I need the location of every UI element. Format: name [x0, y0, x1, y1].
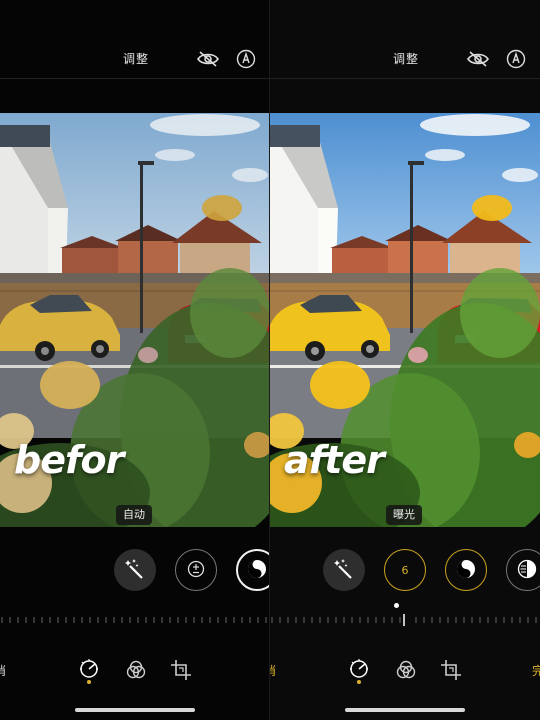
crop-tab-icon[interactable]	[440, 659, 462, 685]
exposure-button[interactable]	[175, 549, 217, 591]
cancel-button-partial[interactable]: 消	[0, 662, 6, 679]
exposure-value: 6	[401, 563, 409, 577]
comparison-screen: 调整 befor 自动 消 调整 after 曝光 6 消 完	[0, 0, 540, 720]
exposure-icon	[187, 560, 205, 581]
home-indicator	[75, 708, 195, 712]
slider-origin-dot	[394, 603, 399, 608]
magic-wand-icon	[124, 558, 146, 583]
after-panel: 调整 after 曝光 6 消 完	[270, 0, 540, 720]
highlights-half-circle-icon	[517, 559, 537, 582]
filters-tab-icon[interactable]	[126, 660, 146, 684]
comparison-divider	[269, 0, 270, 720]
adjustment-slider-ruler[interactable]	[270, 614, 540, 626]
after-overlay-label: after	[284, 438, 385, 482]
highlights-button[interactable]	[506, 549, 540, 591]
yin-yang-icon	[455, 558, 477, 583]
crop-tab-icon[interactable]	[170, 659, 192, 685]
filters-tab-icon[interactable]	[396, 660, 416, 684]
adjustment-name-pill: 自动	[116, 505, 152, 525]
adjustment-slider-ruler[interactable]	[0, 614, 270, 626]
yin-yang-icon	[246, 558, 268, 583]
auto-enhance-button[interactable]	[114, 549, 156, 591]
before-overlay-label: befor	[14, 438, 124, 482]
header-divider	[270, 78, 540, 79]
magic-wand-icon	[333, 558, 355, 583]
markup-pen-icon[interactable]	[506, 48, 526, 70]
cancel-button-partial[interactable]: 消	[270, 662, 276, 679]
adjustment-name-pill: 曝光	[386, 505, 422, 525]
home-indicator	[345, 708, 465, 712]
header-title: 调整	[393, 52, 420, 66]
exposure-button-active[interactable]: 6	[384, 549, 426, 591]
auto-enhance-button[interactable]	[323, 549, 365, 591]
brilliance-button[interactable]	[445, 549, 487, 591]
header-title: 调整	[123, 52, 150, 66]
done-button-partial[interactable]: 完	[532, 662, 540, 679]
markup-pen-icon[interactable]	[236, 48, 256, 70]
brilliance-button[interactable]	[236, 549, 270, 591]
header-divider	[0, 78, 270, 79]
hide-edits-eye-icon[interactable]	[465, 48, 491, 70]
adjust-tab-dial-icon[interactable]	[348, 658, 370, 688]
before-panel: 调整 befor 自动 消	[0, 0, 270, 720]
hide-edits-eye-icon[interactable]	[195, 48, 221, 70]
adjust-tab-dial-icon[interactable]	[78, 658, 100, 688]
